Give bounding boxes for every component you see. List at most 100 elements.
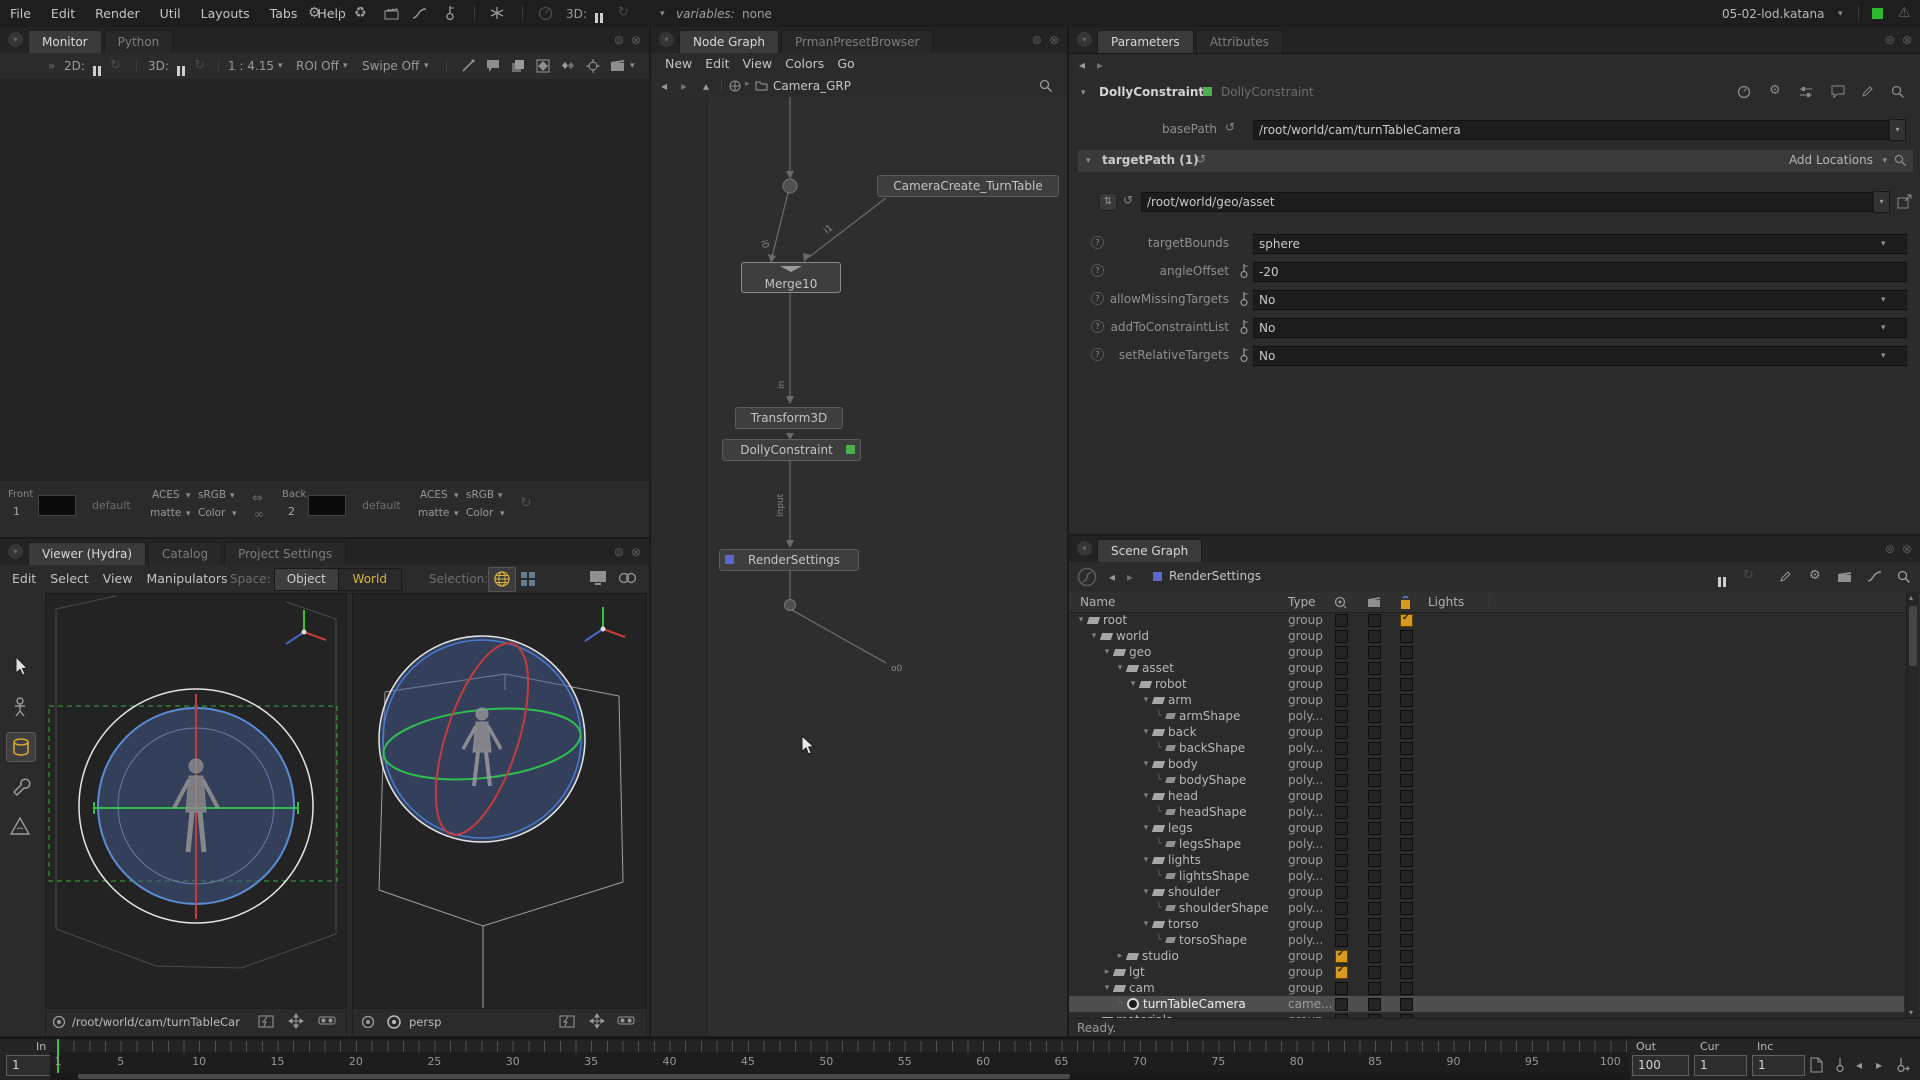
live-render-checkbox[interactable] — [1400, 886, 1413, 899]
live-render-checkbox[interactable] — [1400, 790, 1413, 803]
menubar-item[interactable]: Tabs — [270, 6, 298, 21]
live-render-checkbox[interactable] — [1400, 902, 1413, 915]
cur-field[interactable]: 1 — [1694, 1055, 1747, 1076]
scenegraph-row[interactable]: └ headShape poly... — [1069, 804, 1904, 820]
scenegraph-row[interactable]: └ backShape poly... — [1069, 740, 1904, 756]
panel-menu-icon[interactable]: ▾ — [8, 32, 23, 47]
panel-close-icon[interactable]: ⊗ — [631, 545, 641, 559]
nodegraph-menu-item[interactable]: Edit — [705, 56, 729, 71]
hook-icon[interactable] — [444, 5, 456, 21]
key-prev-icon[interactable] — [1834, 1057, 1846, 1073]
render-working-set-checkbox[interactable] — [1368, 966, 1381, 979]
panel-menu-icon[interactable]: ▾ — [1077, 32, 1092, 47]
render-working-set-checkbox[interactable] — [1368, 870, 1381, 883]
back-aces-dropdown[interactable]: ACES — [420, 489, 448, 501]
render-working-set-checkbox[interactable] — [1368, 678, 1381, 691]
gear-icon[interactable]: ⚙ — [1769, 83, 1781, 98]
live-render-checkbox[interactable] — [1400, 806, 1413, 819]
render-working-set-checkbox[interactable] — [1368, 726, 1381, 739]
live-render-checkbox[interactable] — [1400, 774, 1413, 787]
pause-2d-icon[interactable] — [92, 61, 102, 80]
step-forward-icon[interactable]: ▸ — [1876, 1058, 1882, 1072]
layers-icon[interactable] — [511, 59, 525, 73]
render-working-set-checkbox[interactable] — [1368, 774, 1381, 787]
nodegraph-menu-item[interactable]: View — [742, 56, 772, 71]
expander-icon[interactable]: └ — [1153, 839, 1165, 849]
viewer-visibility-checkbox[interactable] — [1335, 710, 1348, 723]
live-render-checkbox[interactable] — [1400, 998, 1413, 1011]
front-aces-dropdown[interactable]: ACES — [152, 489, 180, 501]
back-color-dropdown[interactable]: Color — [466, 507, 493, 519]
search-icon[interactable] — [1894, 154, 1907, 167]
tab-node-graph[interactable]: Node Graph — [679, 30, 779, 53]
render-working-set-checkbox[interactable] — [1368, 822, 1381, 835]
node-rendersettings[interactable]: RenderSettings — [719, 549, 859, 571]
expander-icon[interactable]: ▾ — [1140, 695, 1152, 705]
basepath-input[interactable]: /root/world/cam/turnTableCamera — [1253, 120, 1897, 140]
timeline-hscrollbar[interactable] — [50, 1073, 1630, 1080]
nav-back-icon[interactable]: ◂ — [661, 79, 667, 93]
swap-ab-icon[interactable]: ⇔ — [252, 491, 263, 506]
collapse-caret-icon[interactable]: ▾ — [1086, 156, 1091, 166]
live-render-checkbox[interactable] — [1400, 678, 1413, 691]
comment-icon[interactable] — [486, 59, 501, 73]
menubar-item[interactable]: Help — [317, 6, 346, 21]
render-working-set-checkbox[interactable] — [1368, 838, 1381, 851]
viewer-visibility-checkbox[interactable] — [1335, 822, 1348, 835]
scenegraph-row[interactable]: ▾ head group — [1069, 788, 1904, 804]
flourish-icon[interactable] — [490, 6, 504, 20]
scroll-down-icon[interactable]: ▾ — [1909, 1008, 1913, 1017]
viewer-visibility-checkbox[interactable] — [1335, 854, 1348, 867]
reorder-button[interactable]: ⇅ — [1099, 193, 1117, 211]
roi-dropdown[interactable]: ROI Off — [296, 59, 339, 73]
viewer-visibility-checkbox[interactable] — [1335, 758, 1348, 771]
render-working-set-checkbox[interactable] — [1368, 694, 1381, 707]
viewer-menu-item[interactable]: View — [103, 571, 133, 586]
targetpath-dropdown-button[interactable]: ▾ — [1873, 191, 1890, 213]
node-transform3d[interactable]: Transform3D — [735, 407, 843, 429]
expand-chevrons-icon[interactable]: » — [48, 59, 55, 73]
clapper-caret-icon[interactable]: ▾ — [630, 61, 635, 71]
settings-gear-icon[interactable]: ⚙ — [308, 5, 321, 21]
add-locations-caret-icon[interactable]: ▾ — [1882, 156, 1887, 166]
scenegraph-row[interactable]: ▾ legs group — [1069, 820, 1904, 836]
live-render-checkbox[interactable] — [1400, 870, 1413, 883]
parameter-value[interactable]: No — [1253, 318, 1907, 338]
node-name[interactable]: DollyConstraint — [1099, 85, 1204, 99]
parameter-value[interactable]: No — [1253, 290, 1907, 310]
wrench-tool-button[interactable] — [6, 772, 34, 800]
expander-icon[interactable]: └ — [1153, 807, 1165, 817]
menubar-item[interactable]: Layouts — [201, 6, 250, 21]
stereo-eye-icon[interactable] — [618, 570, 636, 586]
view-flag-badge[interactable] — [846, 445, 855, 454]
live-render-checkbox[interactable] — [1400, 934, 1413, 947]
wand-icon[interactable] — [461, 59, 475, 73]
render-working-set-checkbox[interactable] — [1368, 662, 1381, 675]
scenegraph-row[interactable]: └ lightsShape poly... — [1069, 868, 1904, 884]
nodegraph-canvas[interactable]: i0 i1 in input o0 CameraCreate_TurnTable… — [651, 97, 1067, 1036]
keyframe-icon[interactable] — [1239, 319, 1249, 335]
expander-icon[interactable]: ▾ — [1140, 823, 1152, 833]
viewer-visibility-checkbox[interactable] — [1335, 902, 1348, 915]
scenegraph-row[interactable]: ▾ cam group — [1069, 980, 1904, 996]
viewer-visibility-checkbox[interactable] — [1335, 742, 1348, 755]
camera-name[interactable]: persp — [409, 1015, 441, 1029]
stereo-glasses-icon[interactable] — [617, 1015, 635, 1027]
render-working-set-checkbox[interactable] — [1368, 854, 1381, 867]
render-working-set-checkbox[interactable] — [1368, 614, 1381, 627]
viewer-visibility-checkbox[interactable] — [1335, 982, 1348, 995]
add-locations-button[interactable]: Add Locations — [1789, 153, 1873, 167]
live-render-checkbox[interactable] — [1400, 646, 1413, 659]
basepath-dropdown-button[interactable]: ▾ — [1889, 119, 1906, 141]
expander-icon[interactable]: └ — [1153, 935, 1165, 945]
expander-icon[interactable]: ▾ — [1101, 983, 1113, 993]
live-render-checkbox[interactable] — [1400, 613, 1413, 627]
crosshair-icon[interactable] — [586, 59, 600, 73]
value-dropdown-icon[interactable]: ▾ — [1881, 323, 1886, 333]
keyframe-icon[interactable] — [1239, 291, 1249, 307]
roi-caret-icon[interactable]: ▾ — [343, 61, 348, 71]
scenegraph-row[interactable]: ▸ studio group — [1069, 948, 1904, 964]
nodegraph-menu-item[interactable]: Go — [837, 56, 854, 71]
viewer-visibility-checkbox[interactable] — [1335, 726, 1348, 739]
viewer-visibility-checkbox[interactable] — [1335, 774, 1348, 787]
